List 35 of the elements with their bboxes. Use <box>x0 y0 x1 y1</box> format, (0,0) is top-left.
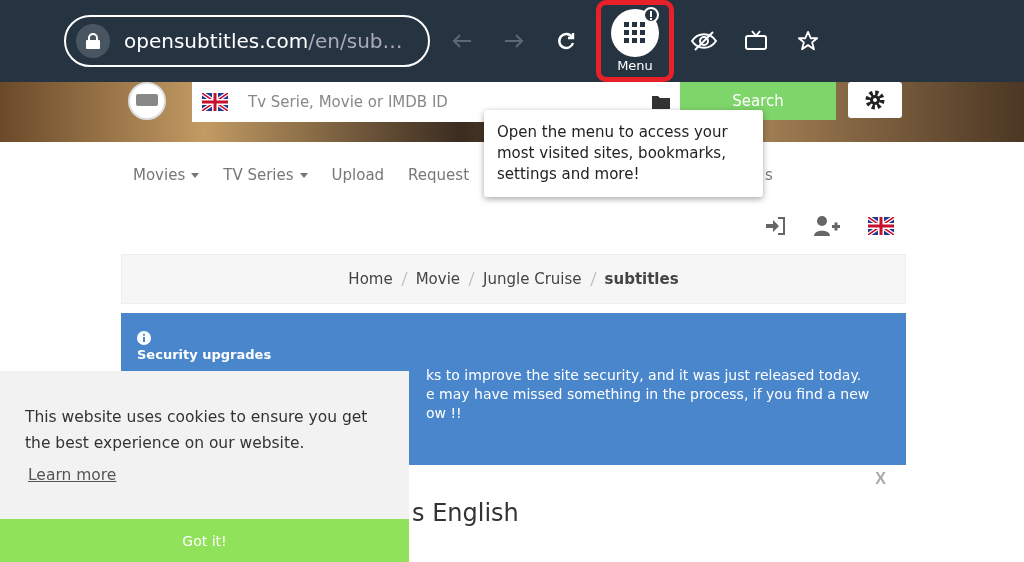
site-logo-icon[interactable] <box>128 82 166 120</box>
nav-link[interactable]: Movies <box>133 166 200 198</box>
language-flag-icon[interactable] <box>868 217 894 235</box>
url-text: opensubtitles.com/en/sub… <box>124 29 403 53</box>
flag-icon[interactable] <box>202 93 228 111</box>
cookie-text: This website uses cookies to ensure you get the best experience on our website. <box>25 407 369 454</box>
sign-in-icon[interactable] <box>766 217 786 235</box>
banner-text: e may have missed something in the process, if you find a new <box>426 386 871 402</box>
lock-icon <box>76 24 110 58</box>
page-heading: s English <box>412 499 520 527</box>
info-icon <box>137 331 151 345</box>
separator-slash-icon <box>589 272 597 286</box>
breadcrumb-link[interactable]: Movie <box>415 270 461 288</box>
caret-icon <box>191 173 200 178</box>
separator-slash-icon <box>400 272 408 286</box>
nav-link[interactable]: TV Series <box>223 166 308 198</box>
caret-icon <box>299 173 308 178</box>
add-user-icon[interactable] <box>814 216 840 236</box>
grid-icon <box>624 22 646 44</box>
breadcrumb-link[interactable]: subtitles <box>604 270 679 288</box>
banner-text: ow !! <box>426 405 463 421</box>
breadcrumb-link[interactable]: Jungle Cruise <box>483 270 582 288</box>
address-bar[interactable]: opensubtitles.com/en/sub… <box>64 15 430 67</box>
menu-tooltip: Open the menu to access your most visited sites, bookmarks, settings and more! <box>484 110 763 197</box>
banner-text: ks to improve the site security, and it was just released today. <box>426 367 863 383</box>
nav-link[interactable]: s <box>765 166 773 198</box>
learn-more-link[interactable]: Learn more <box>28 466 409 485</box>
gear-icon <box>865 90 885 110</box>
nav-link[interactable]: Upload <box>331 166 385 198</box>
nav-link[interactable]: Request <box>408 166 470 198</box>
alert-badge-icon <box>643 7 659 23</box>
settings-button[interactable] <box>848 82 902 118</box>
banner-title: Security upgrades <box>137 347 273 362</box>
breadcrumb-link[interactable]: Home <box>348 270 393 288</box>
separator-slash-icon <box>468 272 476 286</box>
